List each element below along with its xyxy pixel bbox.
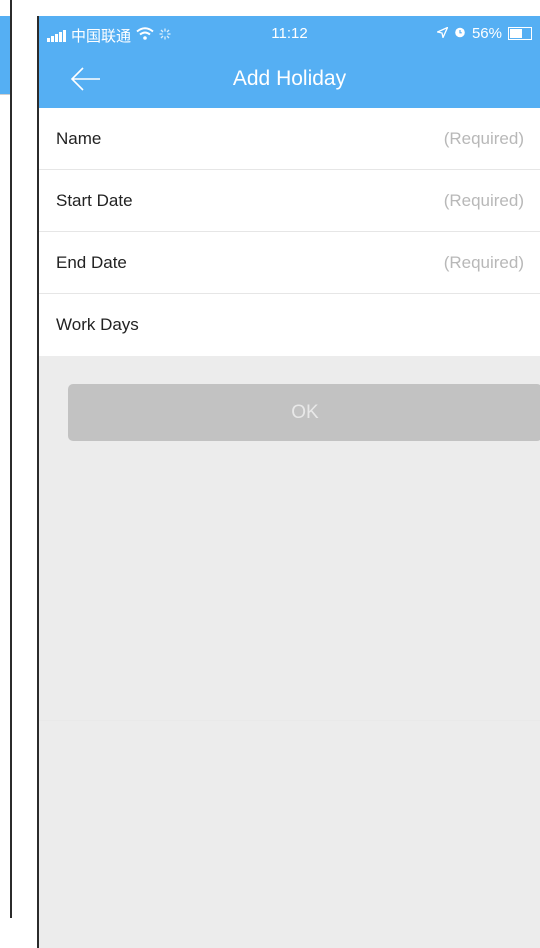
end-date-value[interactable]: (Required) [444,253,524,273]
location-icon [435,25,449,42]
name-value[interactable]: (Required) [444,129,524,149]
start-date-value[interactable]: (Required) [444,191,524,211]
start-date-label: Start Date [56,191,133,210]
page-title: Add Holiday [232,67,347,90]
alarm-icon [454,25,466,42]
end-date-label: End Date [56,253,127,272]
phone-screen: 中国联通 11:12 56% Add Holiday Name (Require… [37,16,540,948]
name-field[interactable]: Name (Required) [39,108,540,170]
end-date-field[interactable]: End Date (Required) [39,232,540,294]
battery-percent: 56% [471,25,502,42]
status-bar: 中国联通 11:12 56% [39,16,540,52]
previous-screen-edge [0,0,12,918]
divider [39,720,540,721]
battery-icon [508,27,532,40]
work-days-label: Work Days [56,315,139,334]
holiday-form: Name (Required) Start Date (Required) En… [39,108,540,356]
start-date-field[interactable]: Start Date (Required) [39,170,540,232]
ok-button[interactable]: OK [68,384,540,441]
nav-bar: Add Holiday [39,52,540,108]
previous-screen-header [0,16,10,94]
divider [0,94,10,95]
status-right: 56% [435,25,532,42]
work-days-field[interactable]: Work Days [39,294,540,356]
name-label: Name [56,129,102,148]
